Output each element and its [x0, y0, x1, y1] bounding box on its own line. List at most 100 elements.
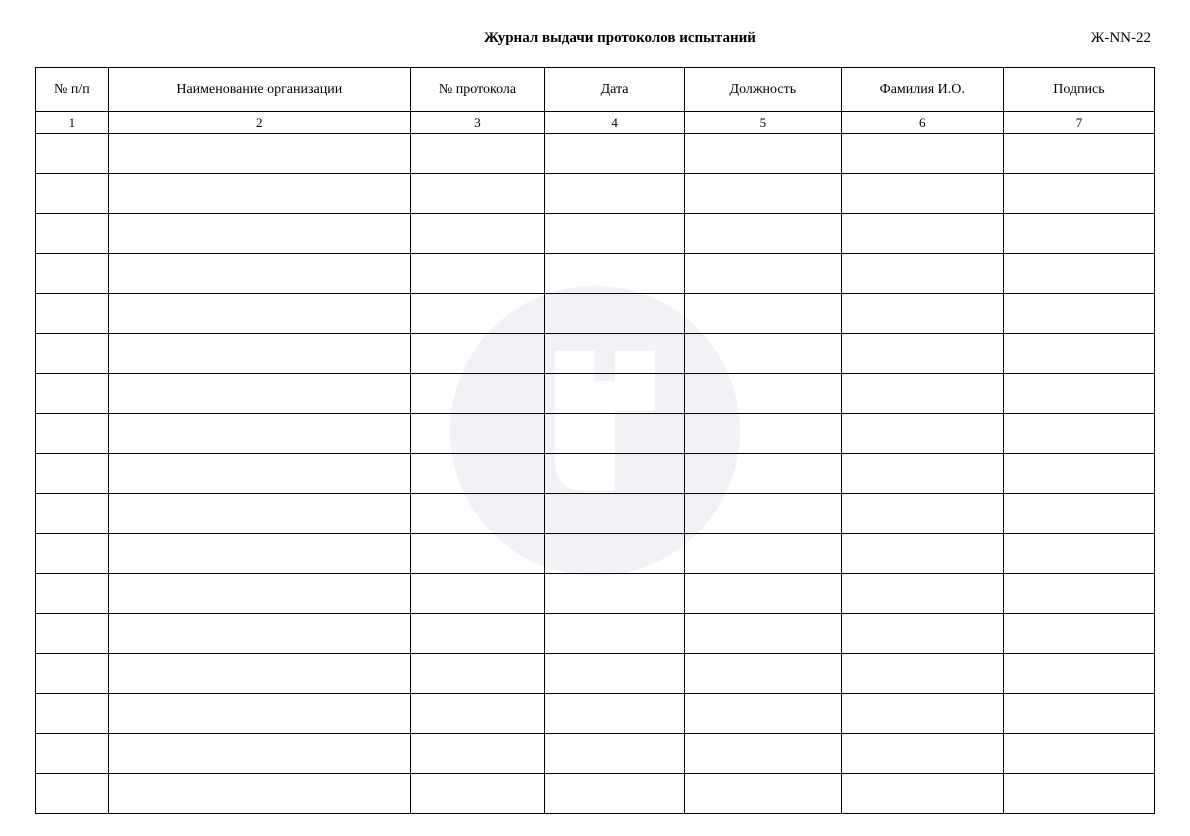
table-cell [36, 574, 109, 614]
table-row [36, 734, 1155, 774]
table-cell [685, 574, 842, 614]
table-cell [36, 334, 109, 374]
table-row [36, 174, 1155, 214]
col-header-organization: Наименование организации [108, 68, 410, 112]
table-cell [685, 174, 842, 214]
table-row [36, 534, 1155, 574]
table-cell [685, 334, 842, 374]
table-cell [545, 694, 685, 734]
table-cell [841, 774, 1003, 814]
table-row [36, 774, 1155, 814]
table-cell [108, 334, 410, 374]
document-title: Журнал выдачи протоколов испытаний [39, 30, 1091, 47]
table-cell [410, 214, 544, 254]
table-cell [108, 374, 410, 414]
table-cell [36, 454, 109, 494]
table-cell [841, 294, 1003, 334]
table-body [36, 134, 1155, 814]
table-cell [410, 334, 544, 374]
table-cell [685, 414, 842, 454]
table-cell [685, 294, 842, 334]
table-cell [108, 454, 410, 494]
table-column-numbers-row: 1 2 3 4 5 6 7 [36, 112, 1155, 134]
table-cell [410, 734, 544, 774]
table-row [36, 294, 1155, 334]
table-cell [410, 614, 544, 654]
table-cell [410, 454, 544, 494]
table-row [36, 134, 1155, 174]
document-header: Журнал выдачи протоколов испытаний Ж-NN-… [35, 30, 1155, 47]
table-cell [410, 774, 544, 814]
table-cell [36, 174, 109, 214]
table-cell [36, 494, 109, 534]
table-cell [1003, 294, 1154, 334]
table-cell [841, 414, 1003, 454]
table-cell [841, 574, 1003, 614]
col-header-position: Должность [685, 68, 842, 112]
table-cell [108, 654, 410, 694]
table-cell [108, 254, 410, 294]
table-cell [108, 294, 410, 334]
table-cell [410, 494, 544, 534]
col-header-fullname: Фамилия И.О. [841, 68, 1003, 112]
table-cell [685, 694, 842, 734]
table-cell [1003, 334, 1154, 374]
table-cell [1003, 454, 1154, 494]
table-cell [545, 374, 685, 414]
table-cell [1003, 414, 1154, 454]
table-cell [685, 614, 842, 654]
table-cell [685, 534, 842, 574]
table-cell [685, 134, 842, 174]
table-cell [841, 454, 1003, 494]
table-row [36, 334, 1155, 374]
table-cell [545, 454, 685, 494]
table-cell [36, 414, 109, 454]
table-cell [36, 654, 109, 694]
table-cell [841, 254, 1003, 294]
table-cell [36, 774, 109, 814]
table-cell [36, 374, 109, 414]
table-row [36, 374, 1155, 414]
table-cell [108, 534, 410, 574]
table-cell [545, 134, 685, 174]
table-row [36, 614, 1155, 654]
protocol-issuance-table: № п/п Наименование организации № протоко… [35, 67, 1155, 814]
table-cell [410, 534, 544, 574]
table-cell [545, 654, 685, 694]
table-cell [1003, 694, 1154, 734]
table-cell [410, 134, 544, 174]
col-header-number: № п/п [36, 68, 109, 112]
table-cell [108, 574, 410, 614]
table-cell [841, 734, 1003, 774]
col-header-signature: Подпись [1003, 68, 1154, 112]
table-row [36, 654, 1155, 694]
table-cell [410, 654, 544, 694]
table-cell [545, 734, 685, 774]
table-cell [841, 334, 1003, 374]
table-row [36, 414, 1155, 454]
table-cell [545, 294, 685, 334]
table-row [36, 494, 1155, 534]
table-cell [841, 174, 1003, 214]
table-cell [545, 614, 685, 654]
table-cell [1003, 494, 1154, 534]
table-cell [410, 574, 544, 614]
table-cell [685, 454, 842, 494]
table-cell [841, 654, 1003, 694]
table-cell [1003, 614, 1154, 654]
table-cell [1003, 654, 1154, 694]
table-cell [1003, 574, 1154, 614]
table-cell [108, 774, 410, 814]
col-num-4: 4 [545, 112, 685, 134]
table-cell [1003, 254, 1154, 294]
table-cell [108, 734, 410, 774]
table-cell [410, 254, 544, 294]
table-cell [841, 134, 1003, 174]
table-cell [545, 574, 685, 614]
table-cell [841, 534, 1003, 574]
col-num-6: 6 [841, 112, 1003, 134]
table-header-row: № п/п Наименование организации № протоко… [36, 68, 1155, 112]
table-row [36, 574, 1155, 614]
table-cell [36, 534, 109, 574]
table-cell [841, 614, 1003, 654]
